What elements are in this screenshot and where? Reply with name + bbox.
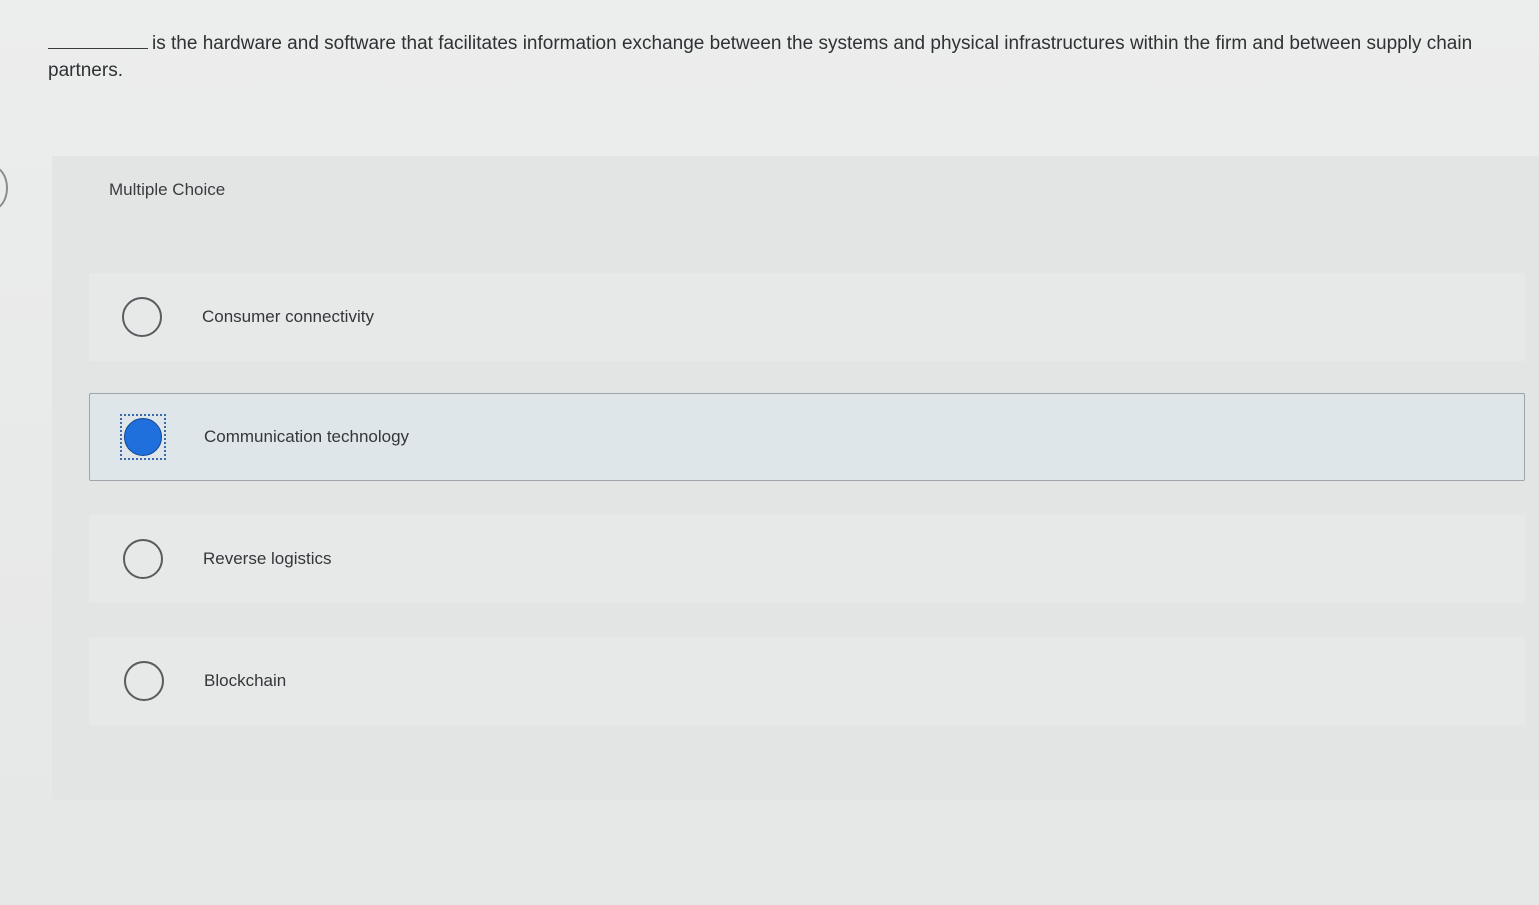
option-communication-technology[interactable]: Communication technology (89, 393, 1525, 481)
option-blockchain[interactable]: Blockchain (89, 637, 1525, 725)
option-label: Consumer connectivity (202, 307, 374, 326)
multiple-choice-card: Multiple Choice Consumer connectivity Co… (52, 156, 1539, 800)
radio-button[interactable] (124, 661, 164, 701)
option-label: Communication technology (204, 427, 410, 446)
question-body: is the hardware and software that facili… (48, 33, 1473, 81)
question-type-label: Multiple Choice (109, 180, 226, 199)
answer-blank (48, 34, 148, 49)
radio-button-selected[interactable] (120, 414, 166, 460)
option-consumer-connectivity[interactable]: Consumer connectivity (89, 273, 1525, 361)
radio-button[interactable] (123, 539, 163, 579)
radio-button[interactable] (122, 297, 162, 337)
question-text: is the hardware and software that facili… (48, 30, 1518, 84)
radio-selected-dot-icon (124, 418, 162, 456)
option-reverse-logistics[interactable]: Reverse logistics (89, 515, 1525, 603)
option-label: Blockchain (204, 671, 287, 690)
option-label: Reverse logistics (203, 549, 332, 568)
partial-circle-icon (0, 166, 8, 210)
quiz-page: is the hardware and software that facili… (0, 0, 1539, 905)
